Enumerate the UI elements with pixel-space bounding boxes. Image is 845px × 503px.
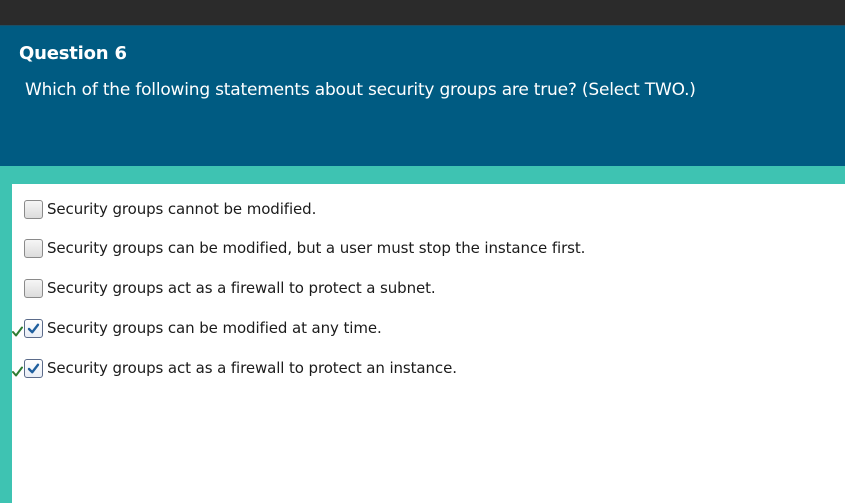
answer-panel: Security groups cannot be modified. Secu… — [12, 184, 845, 503]
correct-check-icon — [12, 323, 23, 337]
answer-option[interactable]: Security groups cannot be modified. — [12, 199, 812, 223]
question-header: Question 6 Which of the following statem… — [0, 25, 845, 166]
answer-label: Security groups can be modified, but a u… — [47, 239, 586, 257]
correct-check-icon — [12, 363, 23, 377]
checkmark-icon — [27, 363, 40, 374]
answer-label: Security groups act as a firewall to pro… — [47, 359, 457, 377]
checkmark-icon — [27, 323, 40, 334]
answer-checkbox[interactable] — [24, 279, 43, 298]
answer-option[interactable]: Security groups can be modified, but a u… — [12, 238, 812, 262]
answer-label: Security groups act as a firewall to pro… — [47, 279, 436, 297]
accent-strip — [0, 166, 845, 184]
question-text: Which of the following statements about … — [25, 80, 696, 100]
answer-option[interactable]: Security groups can be modified at any t… — [12, 318, 812, 342]
answer-checkbox[interactable] — [24, 239, 43, 258]
answer-label: Security groups can be modified at any t… — [47, 319, 382, 337]
answer-label: Security groups cannot be modified. — [47, 200, 317, 218]
top-bar — [0, 0, 845, 25]
left-accent-rail — [0, 184, 12, 503]
answer-checkbox[interactable] — [24, 319, 43, 338]
answer-checkbox[interactable] — [24, 359, 43, 378]
answer-checkbox[interactable] — [24, 200, 43, 219]
question-number: Question 6 — [19, 43, 127, 64]
answer-option[interactable]: Security groups act as a firewall to pro… — [12, 278, 812, 302]
answer-option[interactable]: Security groups act as a firewall to pro… — [12, 358, 812, 382]
